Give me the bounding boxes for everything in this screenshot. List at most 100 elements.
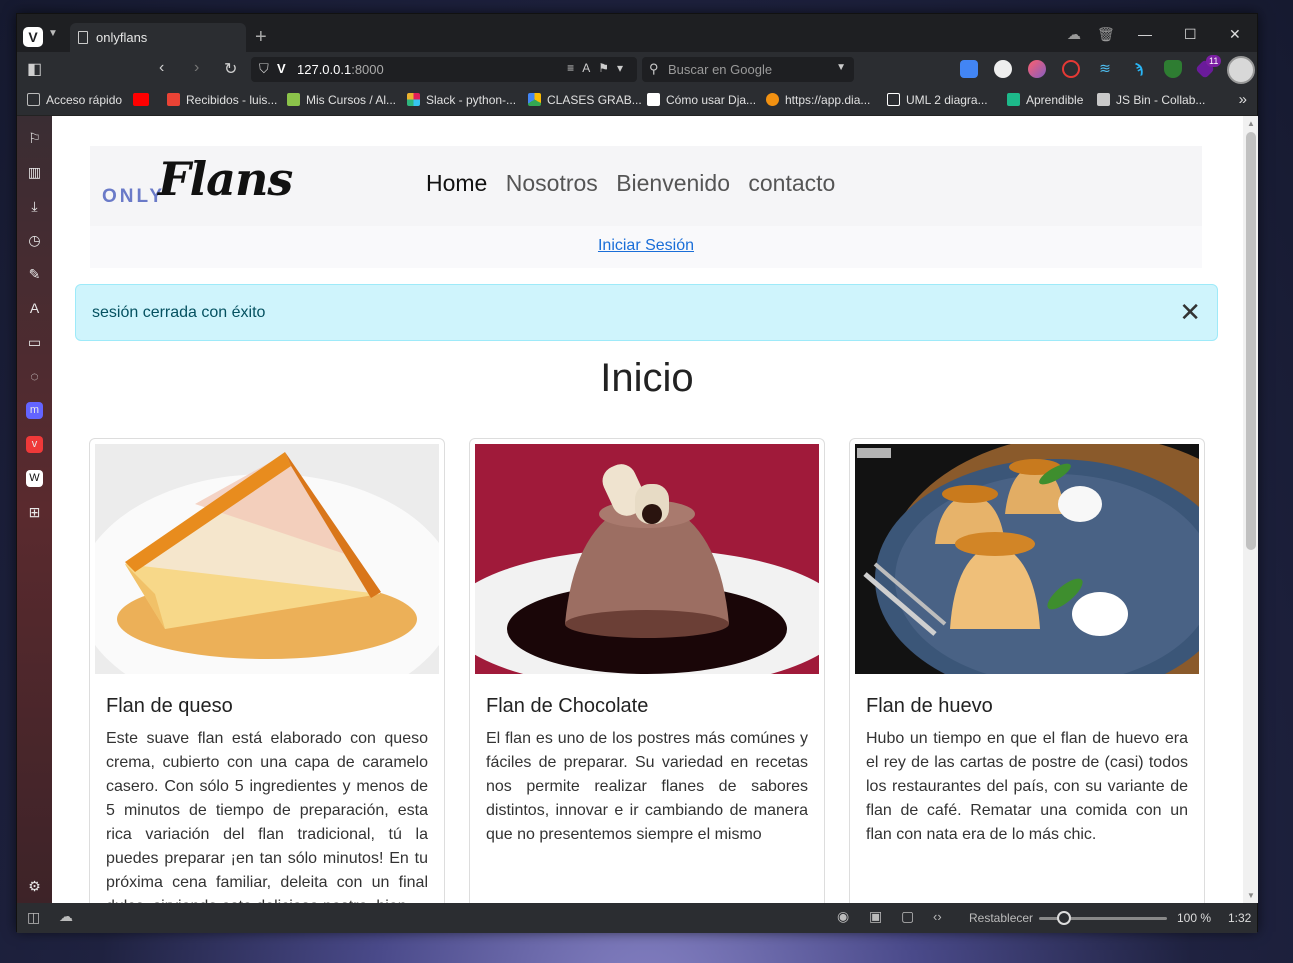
panel-toggle-icon[interactable]: ◧ <box>27 59 42 79</box>
translate-icon[interactable]: A <box>582 61 598 75</box>
shield-icon[interactable]: ⛉ <box>259 61 269 77</box>
reader-icon[interactable]: ≡ <box>567 61 582 75</box>
bookmark-item[interactable]: CLASES GRAB... <box>528 93 642 107</box>
url-port: :8000 <box>351 62 384 77</box>
chevron-down-icon[interactable]: ▼ <box>836 62 846 73</box>
search-icon: ⚲ <box>649 61 659 76</box>
bookmark-label: Aprendible <box>1026 93 1084 107</box>
panel-toggle-icon[interactable]: ◫ <box>27 909 40 926</box>
forward-icon[interactable]: › <box>194 59 199 77</box>
code-icon[interactable]: ‹› <box>933 909 942 924</box>
history-icon[interactable]: ◷ <box>26 232 43 249</box>
shield-extension-icon[interactable] <box>1164 60 1182 78</box>
image-icon[interactable]: ▣ <box>869 908 882 925</box>
bookmark-icon[interactable]: ⚑ <box>598 61 617 75</box>
wikipedia-icon[interactable]: W <box>26 470 43 487</box>
page-tiling-icon[interactable]: ▢ <box>901 908 914 925</box>
maximize-button[interactable]: ☐ <box>1184 26 1197 43</box>
vivaldi-menu-button[interactable]: V <box>23 27 43 47</box>
drive-icon <box>528 93 541 106</box>
flan-chocolate-image <box>475 444 819 674</box>
translate-icon[interactable]: A <box>26 300 43 317</box>
close-window-button[interactable]: ✕ <box>1229 26 1241 43</box>
aprendible-icon <box>1007 93 1020 106</box>
search-input[interactable]: ⚲ Buscar en Google ▼ <box>642 57 854 82</box>
bookmark-item[interactable]: Slack - python-... <box>407 93 516 107</box>
scroll-thumb[interactable] <box>1246 132 1256 550</box>
trash-icon[interactable]: 🗑 <box>1097 26 1115 43</box>
zoom-slider-knob[interactable] <box>1057 911 1071 925</box>
nav-contacto[interactable]: contacto <box>748 170 835 196</box>
extension-icon[interactable]: ≋ <box>1096 60 1114 78</box>
login-link[interactable]: Iniciar Sesión <box>598 237 694 254</box>
extension-icon[interactable] <box>1028 60 1046 78</box>
extension-icon[interactable]: ϡ <box>1130 60 1148 78</box>
back-icon[interactable]: ‹ <box>159 59 164 77</box>
settings-icon[interactable]: ⚙ <box>26 878 43 895</box>
scroll-down-icon[interactable]: ▼ <box>1247 891 1255 900</box>
card-title: Flan de huevo <box>866 695 993 717</box>
bookmark-item[interactable]: Cómo usar Dja... <box>647 93 756 107</box>
url-input[interactable]: ⛉ V 127.0.0.1:8000 ≡A⚑▾ <box>251 57 637 82</box>
scrollbar[interactable]: ▲ ▼ <box>1243 116 1258 903</box>
extension-icon[interactable] <box>994 60 1012 78</box>
card-text: Este suave flan está elaborado con queso… <box>106 730 428 903</box>
chat-icon[interactable]: ◌ <box>26 368 43 385</box>
bookmark-item[interactable]: Mis Cursos / Al... <box>287 93 396 107</box>
new-tab-button[interactable]: + <box>255 26 267 49</box>
downloads-icon[interactable]: ⤓ <box>26 198 43 215</box>
bookmark-label: Cómo usar Dja... <box>666 93 757 107</box>
document-icon <box>78 31 88 44</box>
bookmark-item[interactable]: UML 2 diagra... <box>887 93 988 107</box>
card-text: Hubo un tiempo en que el flan de huevo e… <box>866 730 1188 843</box>
opera-icon[interactable] <box>1062 60 1080 78</box>
bookmarks-icon[interactable]: ⚐ <box>26 130 43 147</box>
chevron-double-right-icon[interactable]: » <box>1239 91 1247 108</box>
bookmark-item[interactable]: https://app.dia... <box>766 93 870 107</box>
zoom-reset[interactable]: Restablecer <box>969 911 1033 925</box>
dev-icon <box>647 93 660 106</box>
bookmark-label: Mis Cursos / Al... <box>306 93 397 107</box>
clock: 1:32 <box>1228 911 1252 925</box>
nav-home[interactable]: Home <box>426 170 487 196</box>
bookmark-item[interactable]: Recibidos - luis... <box>167 93 277 107</box>
mastodon-icon[interactable]: m <box>26 402 43 419</box>
add-panel-icon[interactable]: ⊞ <box>26 504 43 521</box>
bookmark-item[interactable]: JS Bin - Collab... <box>1097 93 1205 107</box>
site-navbar: ONLY Flans Home Nosotros Bienvenido cont… <box>90 146 1202 226</box>
nav-bienvenido[interactable]: Bienvenido <box>616 170 730 196</box>
notes-icon[interactable]: ✎ <box>26 266 43 283</box>
sync-cloud-icon[interactable]: ☁ <box>59 908 73 925</box>
chevron-down-icon[interactable]: ▾ <box>617 61 631 75</box>
bookmark-label: Slack - python-... <box>426 93 517 107</box>
card-flan-chocolate: Flan de Chocolate El flan es uno de los … <box>469 438 825 903</box>
window-icon[interactable]: ▭ <box>26 334 43 351</box>
card-title: Flan de queso <box>106 695 233 717</box>
profile-avatar[interactable] <box>1227 56 1255 84</box>
scroll-up-icon[interactable]: ▲ <box>1247 119 1255 128</box>
bookmark-item[interactable] <box>133 93 155 107</box>
bookmark-label: Recibidos - luis... <box>186 93 278 107</box>
capture-icon[interactable]: ◉ <box>837 908 849 925</box>
translate-extension-icon[interactable] <box>960 60 978 78</box>
close-icon[interactable]: ✕ <box>1179 299 1201 325</box>
minimize-button[interactable]: — <box>1138 26 1152 42</box>
login-row: Iniciar Sesión <box>90 226 1202 268</box>
jsbin-icon <box>1097 93 1110 106</box>
bookmark-item[interactable]: Aprendible <box>1007 93 1083 107</box>
site-logo[interactable]: ONLY Flans <box>102 152 312 216</box>
reading-list-icon[interactable]: ▥ <box>26 164 43 181</box>
youtube-icon <box>133 93 149 106</box>
vivaldi-icon[interactable]: v <box>26 436 43 453</box>
zoom-level: 100 % <box>1177 911 1212 925</box>
bookmarks-bar: Acceso rápido Recibidos - luis... Mis Cu… <box>17 86 1257 116</box>
card-text: El flan es uno de los postres más comúne… <box>486 730 808 843</box>
reload-icon[interactable]: ↻ <box>224 59 237 79</box>
nav-nosotros[interactable]: Nosotros <box>506 170 598 196</box>
bookmark-item[interactable]: Acceso rápido <box>27 93 122 107</box>
cloud-icon[interactable]: ☁ <box>1067 26 1081 43</box>
chevron-down-icon[interactable]: ▼ <box>48 28 58 39</box>
bookmark-label: CLASES GRAB... <box>547 93 642 107</box>
page-title: Inicio <box>600 356 694 400</box>
tab-onlyflans[interactable]: onlyflans <box>70 23 246 52</box>
